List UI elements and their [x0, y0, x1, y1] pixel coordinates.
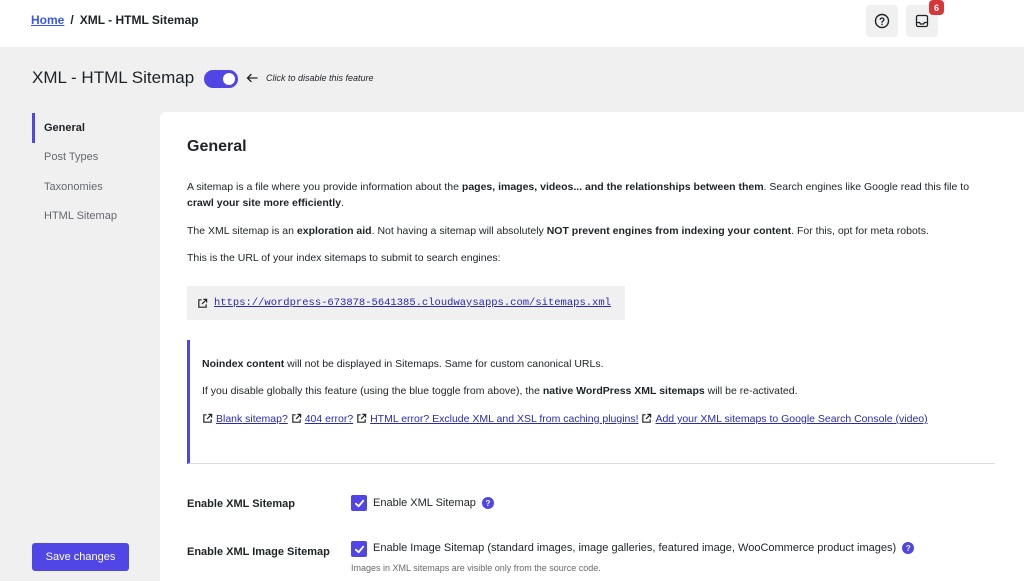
image-sitemap-checkbox-label: Enable Image Sitemap (standard images, i…	[373, 542, 915, 554]
404-error-link[interactable]: 404 error?	[305, 413, 353, 425]
help-button[interactable]	[866, 5, 898, 37]
external-link-icon	[357, 413, 367, 423]
sitemap-url-link[interactable]: https://wordpress-673878-5641385.cloudwa…	[214, 297, 611, 309]
sidebar-item-general[interactable]: General	[32, 113, 152, 143]
sitemap-intro-paragraph: A sitemap is a file where you provide in…	[187, 180, 995, 211]
aid-bold: exploration aid	[296, 225, 372, 237]
notice-line-2: If you disable globally this feature (us…	[202, 384, 798, 399]
breadcrumb-separator: /	[70, 13, 74, 27]
notice-text-3: will be re-activated.	[704, 385, 798, 397]
breadcrumb: Home / XML - HTML Sitemap	[31, 13, 199, 27]
notice-bold-2: native WordPress XML sitemaps	[542, 385, 705, 397]
external-link-icon	[198, 298, 208, 308]
top-bar: Home / XML - HTML Sitemap 6	[0, 0, 1024, 47]
image-sitemap-description: Images in XML sitemaps are visible only …	[351, 563, 601, 573]
checkmark-icon	[354, 499, 364, 507]
sitemap-url-box: https://wordpress-673878-5641385.cloudwa…	[187, 286, 625, 320]
toggle-hint-text: Click to disable this feature	[266, 73, 374, 83]
xml-sitemap-checkbox-text: Enable XML Sitemap	[373, 497, 476, 509]
intro-bold: pages, images, videos... and the relatio…	[461, 181, 764, 193]
intro-bold-2: crawl your site more efficiently	[187, 196, 342, 209]
xml-sitemap-setting-label: Enable XML Sitemap	[187, 498, 295, 510]
intro-text-3: .	[341, 196, 344, 209]
breadcrumb-current: XML - HTML Sitemap	[79, 13, 199, 27]
sidebar-item-html-sitemap[interactable]: HTML Sitemap	[32, 202, 152, 232]
notice-line-1: Noindex content will not be displayed in…	[202, 357, 604, 372]
external-link-icon	[642, 413, 652, 423]
inbox-icon	[915, 14, 929, 28]
toggle-knob	[223, 73, 235, 85]
sidebar-item-taxonomies[interactable]: Taxonomies	[32, 172, 152, 202]
sidebar-nav: General Post Types Taxonomies HTML Sitem…	[32, 113, 152, 231]
save-changes-button[interactable]: Save changes	[32, 543, 129, 571]
image-sitemap-checkbox-text: Enable Image Sitemap (standard images, i…	[373, 542, 897, 554]
external-link-icon	[203, 413, 213, 423]
breadcrumb-home-link[interactable]: Home	[31, 13, 64, 27]
toggle-hint: Click to disable this feature	[246, 73, 374, 83]
aid-text-3: . For this, opt for meta robots.	[791, 225, 929, 237]
arrow-left-icon	[246, 73, 258, 83]
general-panel: General A sitemap is a file where you pr…	[160, 112, 1024, 581]
intro-text: A sitemap is a file where you provide in…	[187, 181, 462, 193]
html-error-link[interactable]: HTML error? Exclude XML and XSL from cac…	[370, 413, 638, 425]
help-tooltip-icon[interactable]: ?	[902, 542, 915, 554]
sitemap-notice: Noindex content will not be displayed in…	[187, 340, 995, 464]
feature-toggle[interactable]	[204, 70, 238, 88]
notice-bold: Noindex content	[202, 358, 285, 370]
checkmark-icon	[354, 545, 364, 553]
intro-text-2: . Search engines like Google read this f…	[763, 181, 970, 193]
notice-text: will not be displayed in Sitemaps. Same …	[284, 358, 604, 370]
aid-text-2: . Not having a sitemap will absolutely	[371, 225, 547, 237]
aid-text: The XML sitemap is an	[187, 225, 297, 237]
external-link-icon	[291, 413, 301, 423]
blank-sitemap-link[interactable]: Blank sitemap?	[216, 413, 288, 425]
xml-sitemap-checkbox-label: Enable XML Sitemap ?	[373, 497, 494, 509]
help-tooltip-icon[interactable]: ?	[481, 497, 494, 509]
page-title: XML - HTML Sitemap	[32, 68, 195, 87]
notifications-count-badge: 6	[929, 0, 944, 15]
question-circle-icon	[874, 13, 890, 29]
help-links: Blank sitemap? 404 error? HTML error? Ex…	[202, 412, 972, 428]
image-sitemap-setting-label: Enable XML Image Sitemap	[187, 546, 330, 558]
index-url-intro: This is the URL of your index sitemaps t…	[187, 252, 501, 264]
xml-sitemap-checkbox[interactable]	[351, 495, 367, 511]
notice-text-2: If you disable globally this feature (us…	[202, 385, 543, 397]
section-title: General	[187, 138, 247, 155]
sidebar-item-post-types[interactable]: Post Types	[32, 143, 152, 173]
image-sitemap-checkbox[interactable]	[351, 541, 367, 557]
search-console-video-link[interactable]: Add your XML sitemaps to Google Search C…	[655, 413, 927, 425]
exploration-aid-paragraph: The XML sitemap is an exploration aid. N…	[187, 224, 995, 240]
aid-bold-2: NOT prevent engines from indexing your c…	[546, 225, 792, 237]
